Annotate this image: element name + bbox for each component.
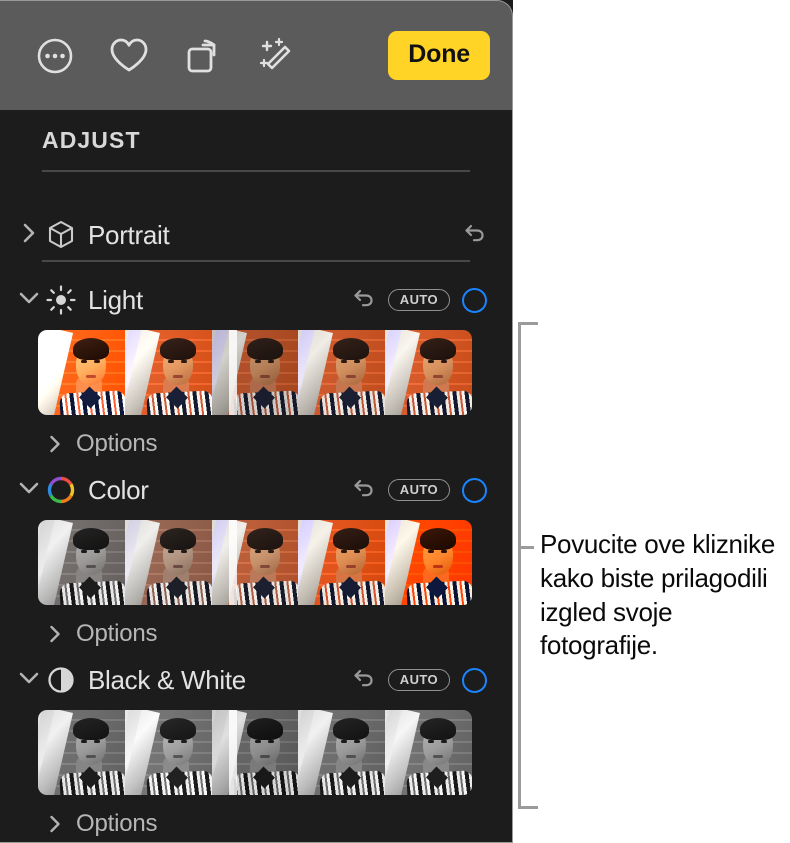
chevron-right-icon — [44, 814, 66, 834]
thumbnail-frame[interactable] — [38, 330, 125, 415]
enable-toggle-black-and-white[interactable] — [462, 667, 487, 693]
cube-icon — [44, 219, 78, 251]
color-slider-strip[interactable] — [38, 520, 472, 605]
options-row-color[interactable]: Options — [0, 617, 513, 651]
thumbnail-frame[interactable] — [124, 710, 212, 795]
thumbnail-frame[interactable] — [385, 710, 472, 795]
section-label-portrait: Portrait — [88, 219, 170, 250]
color-wheel-icon — [44, 475, 78, 505]
chevron-down-icon — [18, 290, 40, 311]
options-label-light: Options — [76, 430, 158, 457]
auto-button-color[interactable]: AUTO — [387, 479, 450, 501]
auto-enhance-button[interactable] — [240, 26, 314, 86]
divider-under-portrait — [42, 260, 470, 262]
section-row-color[interactable]: Color AUTO — [0, 468, 513, 512]
disclosure-black-and-white[interactable] — [14, 670, 44, 691]
done-button[interactable]: Done — [388, 31, 490, 80]
thumbnail-frame[interactable] — [124, 330, 212, 415]
undo-button-portrait[interactable] — [463, 221, 487, 250]
disclosure-light[interactable] — [14, 290, 44, 311]
contrast-circle-icon — [44, 665, 78, 695]
thumbnail-frame[interactable] — [298, 520, 386, 605]
page-title: ADJUST — [42, 127, 141, 153]
section-label-light: Light — [88, 284, 143, 315]
undo-arrow-icon — [463, 221, 487, 250]
options-row-black-and-white[interactable]: Options — [0, 807, 513, 841]
options-label-color: Options — [76, 620, 158, 647]
thumbnail-frame[interactable] — [298, 710, 386, 795]
chevron-right-icon — [44, 624, 66, 644]
rotate-icon — [181, 35, 225, 77]
disclosure-portrait[interactable] — [14, 222, 44, 249]
more-options-button[interactable] — [18, 26, 92, 86]
rotate-button[interactable] — [166, 26, 240, 86]
callout-bracket — [518, 322, 538, 809]
light-slider-strip[interactable] — [38, 330, 472, 415]
callout-tick — [518, 546, 534, 549]
chevron-right-icon — [44, 434, 66, 454]
section-label-black-and-white: Black & White — [88, 664, 246, 695]
enable-toggle-light[interactable] — [462, 287, 487, 313]
undo-arrow-icon — [352, 666, 376, 695]
section-row-portrait[interactable]: Portrait — [0, 213, 513, 257]
slider-handle[interactable] — [228, 330, 237, 415]
sun-icon — [44, 285, 78, 315]
photo-editor-panel: Done ADJUST Portrait Light AUTO Options … — [0, 0, 513, 843]
undo-arrow-icon — [352, 286, 376, 315]
thumbnail-frame[interactable] — [124, 520, 212, 605]
slider-handle[interactable] — [228, 520, 237, 605]
editor-toolbar: Done — [0, 0, 513, 110]
chevron-right-icon — [21, 222, 37, 249]
thumbnail-frame[interactable] — [385, 520, 472, 605]
enable-toggle-color[interactable] — [462, 477, 487, 503]
chevron-down-icon — [18, 670, 40, 691]
auto-button-black-and-white[interactable]: AUTO — [387, 669, 450, 691]
thumbnail-frame[interactable] — [211, 520, 299, 605]
chevron-down-icon — [18, 480, 40, 501]
section-row-light[interactable]: Light AUTO — [0, 278, 513, 322]
undo-arrow-icon — [352, 476, 376, 505]
thumbnail-frame[interactable] — [38, 710, 125, 795]
undo-button-black-and-white[interactable] — [352, 666, 376, 695]
undo-button-color[interactable] — [352, 476, 376, 505]
more-options-icon — [35, 36, 75, 76]
options-label-black-and-white: Options — [76, 810, 158, 837]
favorite-heart-icon — [108, 36, 150, 76]
slider-handle[interactable] — [228, 710, 237, 795]
callout-text: Povucite ove kliznike kako biste prilago… — [540, 529, 776, 661]
thumbnail-frame[interactable] — [298, 330, 386, 415]
black-and-white-slider-strip[interactable] — [38, 710, 472, 795]
auto-enhance-icon — [255, 35, 299, 77]
thumbnail-frame[interactable] — [211, 710, 299, 795]
divider-under-title — [42, 170, 470, 172]
auto-button-light[interactable]: AUTO — [387, 289, 450, 311]
thumbnail-frame[interactable] — [211, 330, 299, 415]
undo-button-light[interactable] — [352, 286, 376, 315]
thumbnail-frame[interactable] — [38, 520, 125, 605]
section-label-color: Color — [88, 474, 149, 505]
thumbnail-frame[interactable] — [385, 330, 472, 415]
disclosure-color[interactable] — [14, 480, 44, 501]
options-row-light[interactable]: Options — [0, 427, 513, 461]
section-row-black-and-white[interactable]: Black & White AUTO — [0, 658, 513, 702]
favorite-button[interactable] — [92, 26, 166, 86]
